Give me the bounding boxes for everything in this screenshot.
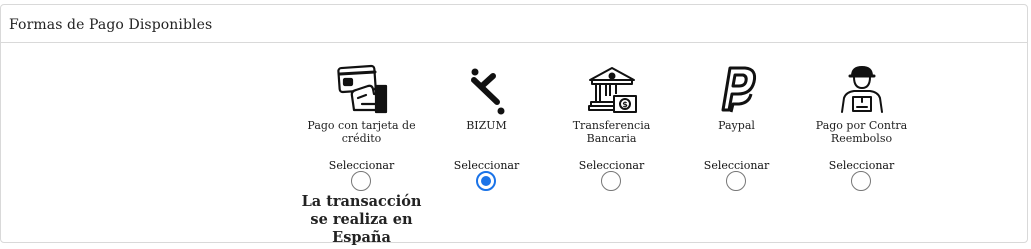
- panel-title: Formas de Pago Disponibles: [1, 5, 1027, 43]
- payment-method-label: Paypal: [718, 119, 755, 132]
- select-card-radio[interactable]: [351, 171, 371, 191]
- credit-card-hand-icon: [336, 64, 388, 116]
- svg-text:$: $: [622, 100, 628, 109]
- payment-method-label: Pago por Contra Reembolso: [815, 119, 908, 145]
- payment-method-bank-transfer[interactable]: $ Transferencia Bancaria Seleccionar: [549, 60, 674, 191]
- payment-method-card[interactable]: Pago con tarjeta de crédito Seleccionar: [299, 60, 424, 191]
- bank-transfer-icon: $: [586, 64, 638, 116]
- payment-methods-panel: Formas de Pago Disponibles Pago con tarj…: [0, 4, 1028, 246]
- transaction-note: La transacción se realiza en España: [301, 193, 422, 246]
- payment-methods-list: Pago con tarjeta de crédito Seleccionar …: [299, 60, 924, 191]
- payment-method-paypal[interactable]: Paypal Seleccionar: [674, 60, 799, 191]
- select-bizum-radio[interactable]: [476, 171, 496, 191]
- select-cash-on-delivery-radio[interactable]: [851, 171, 871, 191]
- bizum-logo-icon: [461, 64, 513, 116]
- paypal-logo-icon: [711, 64, 763, 116]
- payment-method-cash-on-delivery[interactable]: Pago por Contra Reembolso Seleccionar: [799, 60, 924, 191]
- payment-method-label: Transferencia Bancaria: [572, 119, 651, 145]
- select-paypal-radio[interactable]: [726, 171, 746, 191]
- select-bank-transfer-radio[interactable]: [601, 171, 621, 191]
- payment-method-bizum[interactable]: BIZUM Seleccionar: [424, 60, 549, 191]
- payment-method-label: BIZUM: [466, 119, 507, 132]
- delivery-person-icon: [836, 64, 888, 116]
- payment-method-label: Pago con tarjeta de crédito: [307, 119, 416, 145]
